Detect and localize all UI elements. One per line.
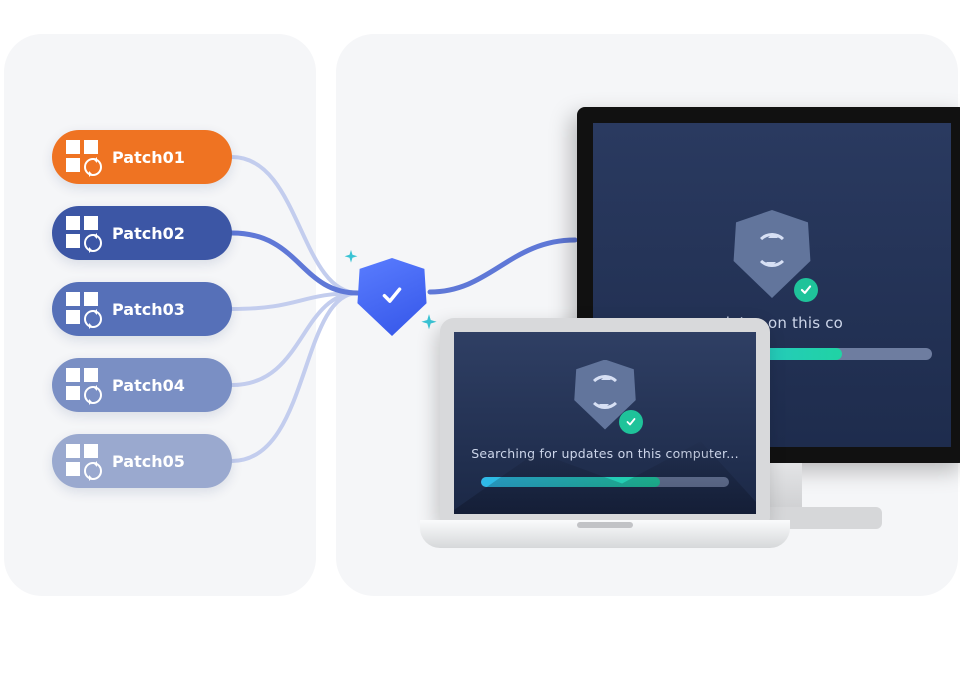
success-check-icon <box>619 410 643 434</box>
patch-pill: Patch03 <box>52 282 232 336</box>
update-progress-bar <box>481 477 729 487</box>
update-progress-fill <box>481 477 660 487</box>
windows-update-icon <box>66 216 100 250</box>
patch-label: Patch05 <box>112 452 185 471</box>
patch-pill: Patch02 <box>52 206 232 260</box>
patch-pill: Patch01 <box>52 130 232 184</box>
update-shield-icon <box>732 210 812 298</box>
patch-pill: Patch04 <box>52 358 232 412</box>
patch-label: Patch02 <box>112 224 185 243</box>
windows-update-icon <box>66 444 100 478</box>
patch-pill: Patch05 <box>52 434 232 488</box>
windows-update-icon <box>66 292 100 326</box>
success-check-icon <box>794 278 818 302</box>
patch-label: Patch04 <box>112 376 185 395</box>
patch-label: Patch01 <box>112 148 185 167</box>
laptop: Searching for updates on this computer..… <box>420 318 790 568</box>
update-shield-icon <box>573 360 637 430</box>
patch-label: Patch03 <box>112 300 185 319</box>
update-status-text: Searching for updates on this computer..… <box>471 446 739 461</box>
windows-update-icon <box>66 140 100 174</box>
patch-list: Patch01 Patch02 Patch03 Patch04 <box>52 130 232 488</box>
windows-update-icon <box>66 368 100 402</box>
sparkle-icon <box>340 248 362 270</box>
